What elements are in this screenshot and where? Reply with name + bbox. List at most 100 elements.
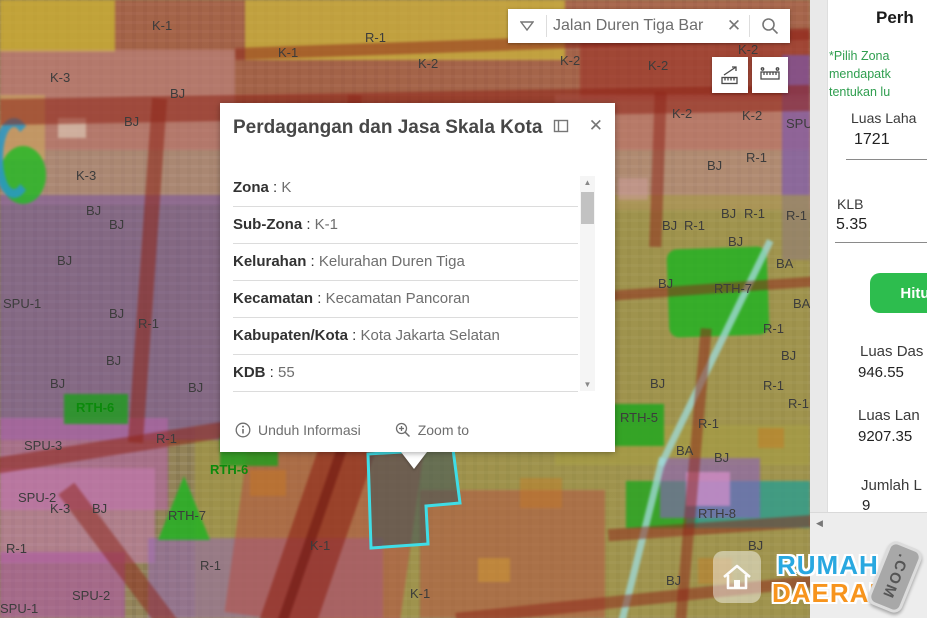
field-separator: : — [302, 216, 315, 233]
popup-field-row: Sub-Zona : K-1 — [233, 207, 578, 244]
calculation-panel: Perh *Pilih Zona mendapatk tentukan lu L… — [828, 0, 927, 512]
input-underline — [846, 159, 927, 160]
magnifier-icon — [761, 17, 779, 35]
map-zone-label: BJ — [92, 501, 107, 516]
field-label: Kabupaten/Kota — [233, 327, 348, 344]
clear-search-icon[interactable]: ✕ — [719, 16, 749, 36]
field-value: Kelurahan Duren Tiga — [319, 253, 465, 270]
collapse-panel-icon[interactable]: ◀ — [816, 518, 823, 529]
map-zone-label: R-1 — [200, 558, 221, 573]
map-zone-label: K-1 — [310, 538, 330, 553]
map-zone-label: R-1 — [763, 321, 784, 336]
map-zone-label: K-1 — [278, 45, 298, 60]
logo-tag-text: .COM — [878, 552, 911, 602]
popup-header: Perdagangan dan Jasa Skala Kota ✕ — [233, 115, 605, 141]
search-bar: ✕ — [508, 9, 790, 43]
map-zone-label: BJ — [50, 376, 65, 391]
map-zone-label: R-1 — [746, 150, 767, 165]
scroll-down-icon[interactable]: ▼ — [580, 380, 595, 389]
map-zone-label: K-3 — [50, 70, 70, 85]
popup-field-row: Kecamatan : Kecamatan Pancoran — [233, 281, 578, 318]
zoom-to-icon — [395, 422, 411, 438]
measure-area-button[interactable] — [712, 57, 748, 93]
luas-lahan-label: Luas Laha — [851, 110, 916, 126]
map-zone-label: BJ — [188, 380, 203, 395]
download-info-button[interactable]: Unduh Informasi — [235, 422, 361, 438]
popup-field-row: KDB : 55 — [233, 355, 578, 392]
jumlah-lantai-label: Jumlah L — [861, 477, 922, 494]
map-zone-label: RTH-7 — [168, 508, 206, 523]
map-zone-label: BJ — [57, 253, 72, 268]
map-zone-label: BJ — [109, 306, 124, 321]
popup-pointer — [401, 452, 427, 469]
map-zone-label: BJ — [728, 234, 743, 249]
map-zone-label: R-1 — [786, 208, 807, 223]
map-zone-label: R-1 — [763, 378, 784, 393]
map-zone-label: BJ — [109, 217, 124, 232]
field-value: Kota Jakarta Selatan — [361, 327, 500, 344]
map-zone-label: BJ — [707, 158, 722, 173]
map-zone-label: K-2 — [560, 53, 580, 68]
input-underline — [835, 242, 927, 243]
scroll-up-icon[interactable]: ▲ — [580, 178, 595, 187]
map-zone-label: SPU-2 — [72, 588, 110, 603]
search-icon[interactable] — [750, 9, 790, 43]
note-line: tentukan lu — [829, 83, 891, 101]
map-zone-label: R-1 — [156, 431, 177, 446]
field-separator: : — [313, 290, 326, 307]
hitung-button[interactable]: Hitu — [870, 273, 927, 313]
field-value: 55 — [278, 364, 295, 381]
popup-footer: Unduh Informasi Zoom to — [235, 422, 469, 438]
map-zone-label: BJ — [666, 573, 681, 588]
measure-distance-button[interactable] — [752, 57, 788, 93]
logo-text-rumah: RUMAH — [777, 550, 879, 581]
klb-input[interactable]: 5.35 — [836, 216, 867, 234]
home-icon — [713, 551, 761, 603]
map-zone-label: K-2 — [738, 42, 758, 57]
map-zone-label: RTH-8 — [698, 506, 736, 521]
search-dropdown-button[interactable] — [508, 9, 546, 43]
popup-scrollbar[interactable]: ▲ ▼ — [580, 176, 595, 391]
info-icon — [235, 422, 251, 438]
map-zone-label: SPU-3 — [24, 438, 62, 453]
map-zone-label: BJ — [714, 450, 729, 465]
download-info-label: Unduh Informasi — [258, 422, 361, 438]
field-label: Sub-Zona — [233, 216, 302, 233]
map-zone-label: BJ — [124, 114, 139, 129]
klb-label: KLB — [837, 196, 863, 212]
popup-field-row: Kabupaten/Kota : Kota Jakarta Selatan — [233, 318, 578, 355]
scrollbar-thumb[interactable] — [581, 192, 594, 224]
field-separator: : — [306, 253, 319, 270]
popup-title: Perdagangan dan Jasa Skala Kota — [233, 115, 563, 141]
map-zone-label: SPU — [786, 116, 810, 131]
map-zone-label: RTH-6 — [76, 400, 114, 415]
map-zone-label: R-1 — [365, 30, 386, 45]
map-zone-label: RTH-6 — [210, 462, 248, 477]
field-label: KDB — [233, 364, 266, 381]
map-zone-label: K-1 — [152, 18, 172, 33]
map-toolbar — [712, 57, 788, 93]
popup-field-row: Kelurahan : Kelurahan Duren Tiga — [233, 244, 578, 281]
map-zone-label: K-2 — [742, 108, 762, 123]
field-label: Kecamatan — [233, 290, 313, 307]
field-separator: : — [348, 327, 361, 344]
map-zone-label: BJ — [650, 376, 665, 391]
map-zone-label: K-2 — [648, 58, 668, 73]
search-input[interactable] — [547, 17, 719, 35]
dock-icon[interactable] — [553, 119, 569, 133]
map-zone-label: SPU-1 — [3, 296, 41, 311]
measure-area-icon — [719, 64, 741, 86]
map-zone-label: RTH-5 — [620, 410, 658, 425]
luas-lahan-input[interactable]: 1721 — [854, 131, 890, 149]
map-zone-label: BJ — [662, 218, 677, 233]
map-zone-label: R-1 — [698, 416, 719, 431]
close-icon[interactable]: ✕ — [589, 116, 603, 136]
map-zone-label: R-1 — [684, 218, 705, 233]
map-zone-label: BJ — [170, 86, 185, 101]
luas-dasar-label: Luas Das — [860, 343, 923, 360]
popup-field-row: Zona : K — [233, 170, 578, 207]
zoom-to-button[interactable]: Zoom to — [395, 422, 469, 438]
map-zone-label: K-2 — [418, 56, 438, 71]
map-zone-label: R-1 — [138, 316, 159, 331]
map-zone-label: K-2 — [672, 106, 692, 121]
